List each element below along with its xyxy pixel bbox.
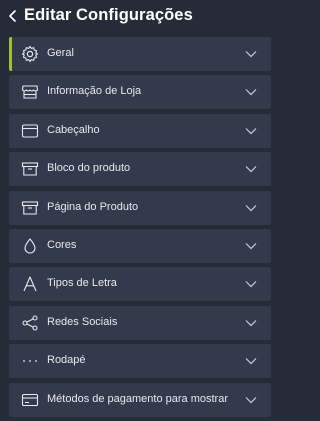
chevron-down-icon: [245, 50, 257, 58]
menu-item-label: Informação de Loja: [47, 85, 142, 98]
drop-icon: [21, 237, 39, 255]
chevron-down-icon: [245, 204, 257, 212]
product-box-icon: [21, 160, 39, 178]
settings-menu: Geral Informação de Loja Cabeçalho Bloco…: [9, 37, 271, 421]
chevron-down-icon: [245, 127, 257, 135]
menu-item-product-block[interactable]: Bloco do produto: [9, 152, 271, 187]
menu-item-label: Tipos de Letra: [47, 277, 117, 290]
menu-item-label: Geral: [47, 47, 74, 59]
header: Editar Configurações: [0, 0, 274, 34]
menu-item-fonts[interactable]: Tipos de Letra: [9, 267, 271, 302]
back-chevron-icon[interactable]: [7, 9, 19, 23]
credit-card-icon: [21, 391, 39, 409]
menu-item-social-networks[interactable]: Redes Sociais: [9, 305, 271, 340]
store-icon: [21, 83, 39, 101]
menu-item-product-page[interactable]: Página do Produto: [9, 190, 271, 225]
chevron-down-icon: [245, 396, 257, 404]
chevron-down-icon: [245, 280, 257, 288]
menu-item-header[interactable]: Cabeçalho: [9, 113, 271, 148]
page-title: Editar Configurações: [24, 6, 193, 24]
gear-icon: [21, 45, 39, 63]
chevron-down-icon: [245, 242, 257, 250]
header-layout-icon: [21, 122, 39, 140]
menu-item-general[interactable]: Geral: [9, 37, 271, 71]
menu-item-label: Bloco do produto: [47, 162, 131, 175]
more-dots-icon: [21, 352, 39, 370]
chevron-down-icon: [245, 165, 257, 173]
share-icon: [21, 314, 39, 332]
chevron-down-icon: [245, 88, 257, 96]
menu-item-label: Rodapé: [47, 354, 86, 367]
product-page-icon: [21, 199, 39, 217]
menu-item-payment-methods[interactable]: Métodos de pagamento para mostrar: [9, 382, 271, 417]
chevron-down-icon: [245, 319, 257, 327]
menu-item-label: Métodos de pagamento para mostrar: [47, 392, 228, 405]
chevron-down-icon: [245, 357, 257, 365]
font-icon: [21, 275, 39, 293]
menu-item-label: Página do Produto: [47, 200, 139, 213]
menu-item-label: Redes Sociais: [47, 315, 118, 328]
menu-item-footer[interactable]: Rodapé: [9, 344, 271, 379]
menu-item-store-info[interactable]: Informação de Loja: [9, 75, 271, 110]
menu-item-label: Cores: [47, 238, 77, 251]
menu-item-colors[interactable]: Cores: [9, 228, 271, 263]
menu-item-label: Cabeçalho: [47, 123, 100, 136]
